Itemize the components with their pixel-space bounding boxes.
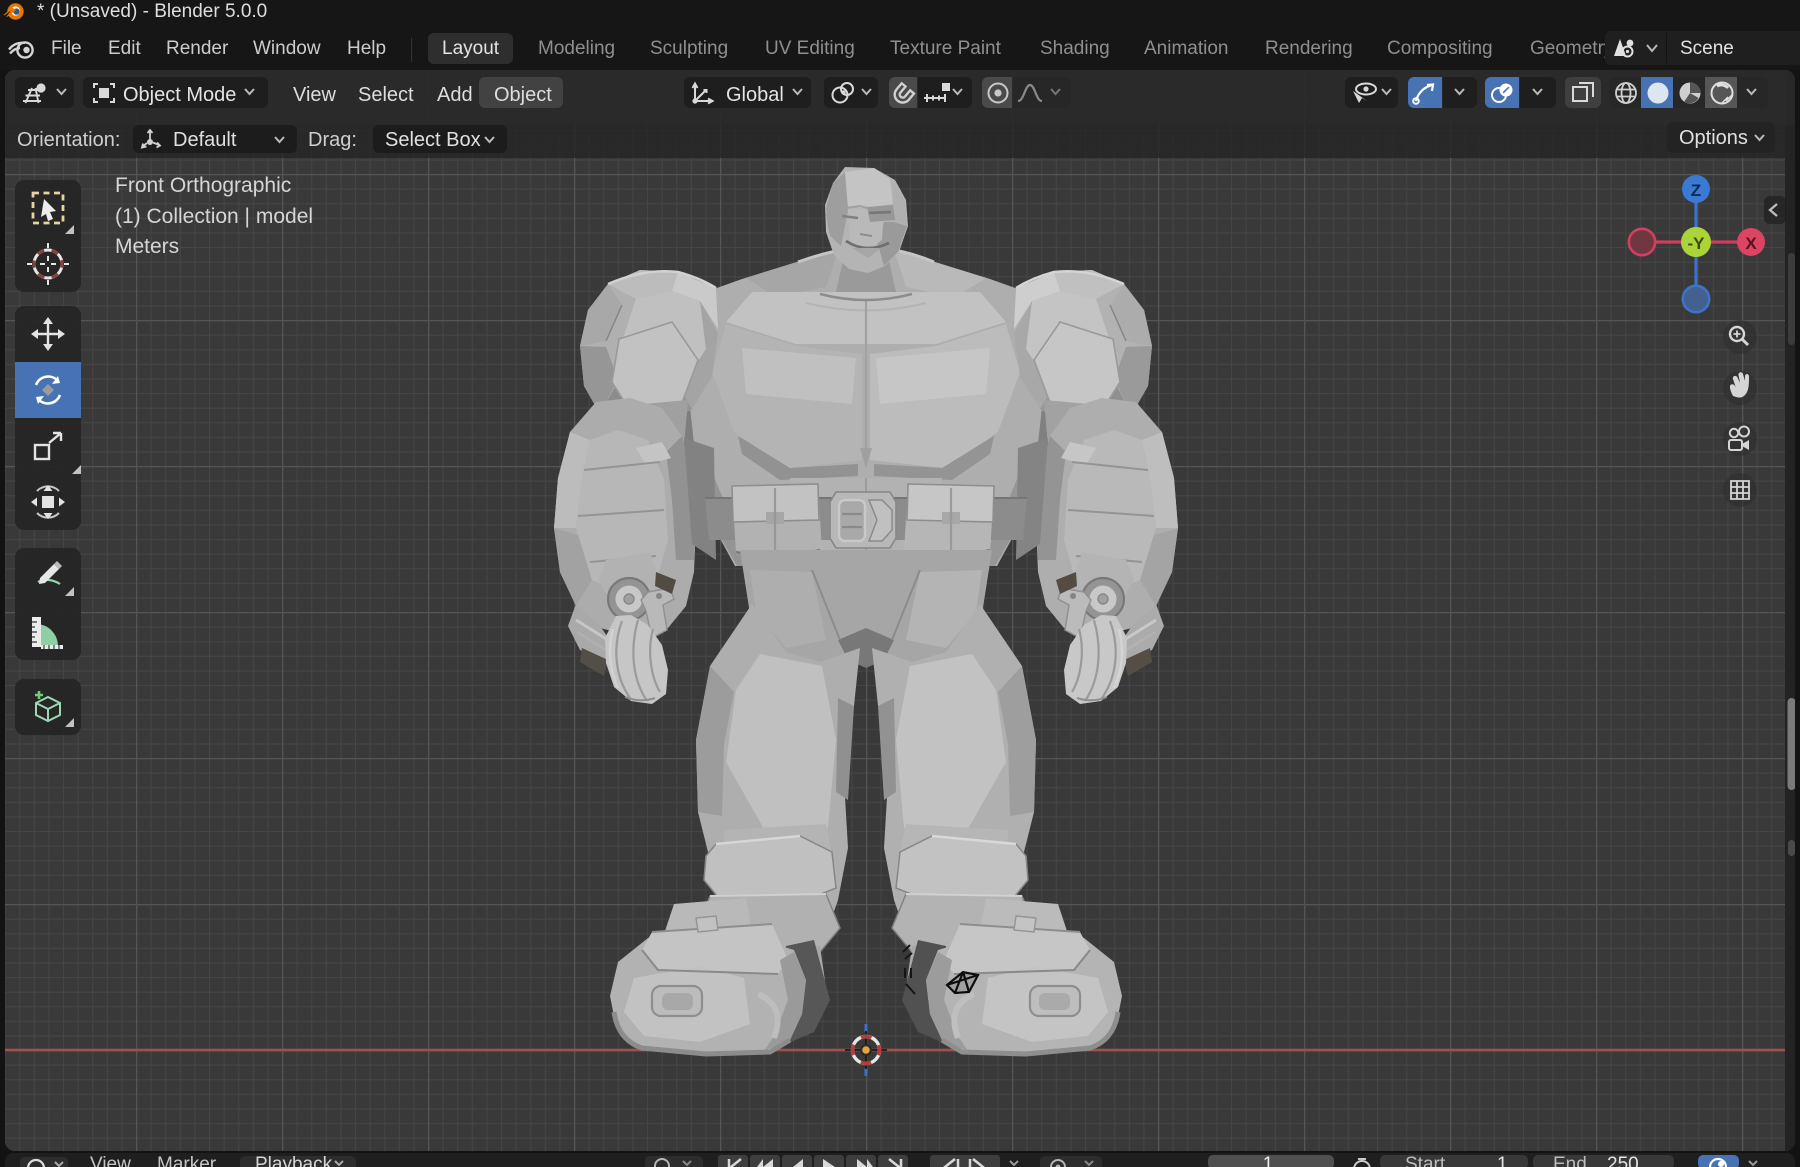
svg-text:Playback: Playback: [255, 1154, 333, 1167]
svg-text:Z: Z: [1691, 181, 1701, 200]
svg-text:250: 250: [1607, 1154, 1639, 1167]
svg-text:1: 1: [1263, 1154, 1274, 1167]
svg-text:Marker: Marker: [157, 1154, 217, 1167]
svg-text:1: 1: [1497, 1154, 1508, 1167]
svg-text:View: View: [90, 1154, 131, 1167]
svg-text:End: End: [1553, 1154, 1587, 1167]
svg-text:Start: Start: [1405, 1154, 1446, 1167]
svg-text:-Y: -Y: [1688, 234, 1706, 253]
svg-text:X: X: [1745, 234, 1757, 253]
